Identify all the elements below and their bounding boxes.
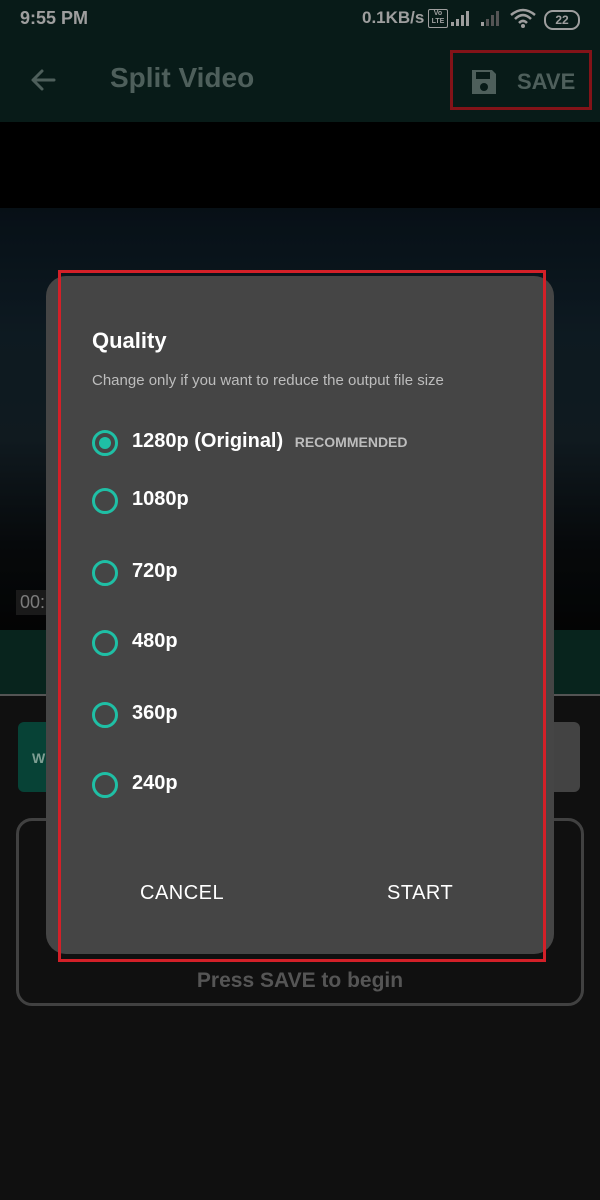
annotation-highlight	[58, 270, 546, 962]
